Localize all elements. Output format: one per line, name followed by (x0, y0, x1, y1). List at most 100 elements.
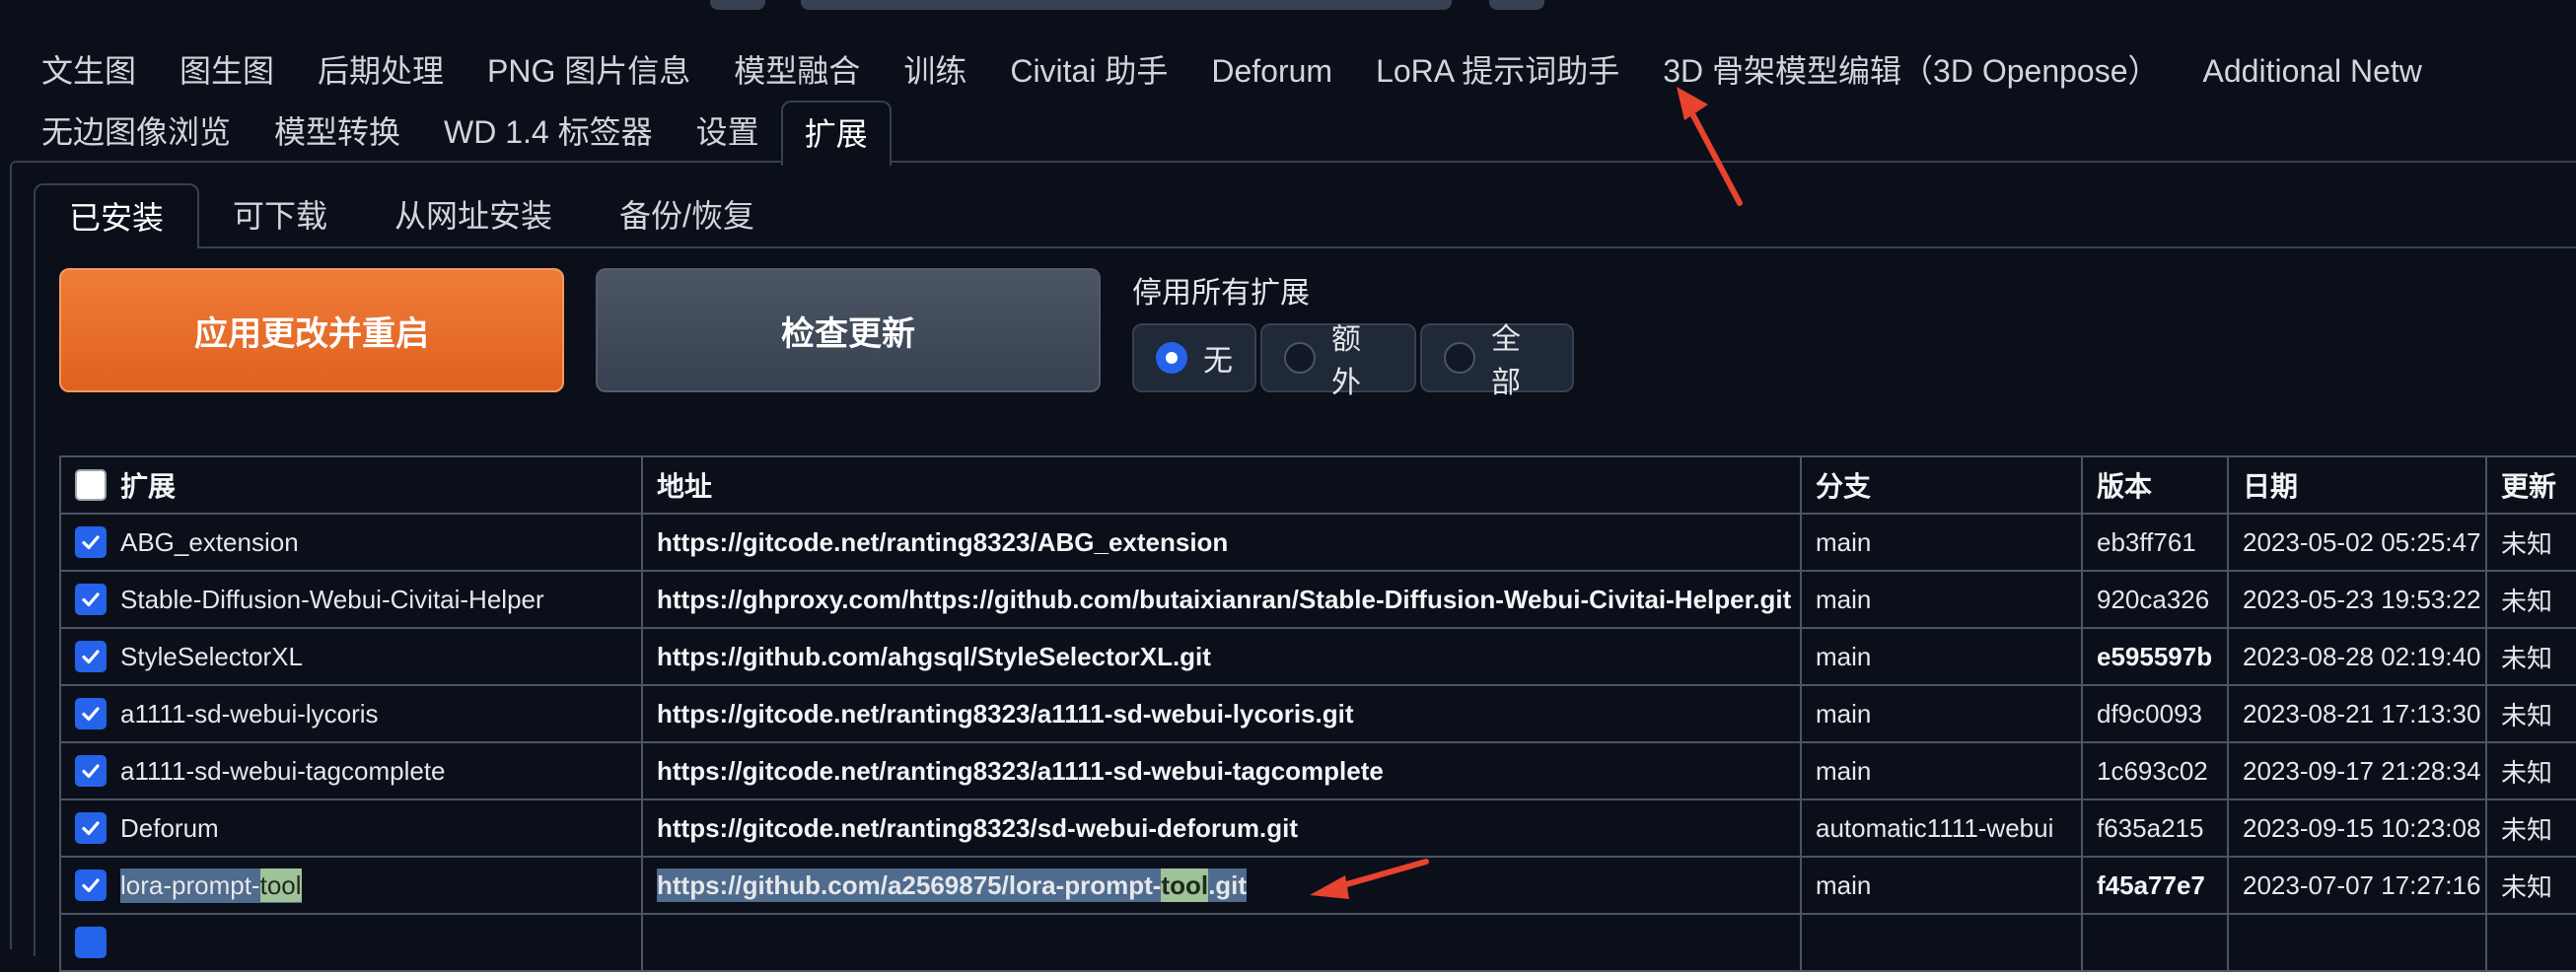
extension-name: a1111-sd-webui-lycoris (120, 698, 379, 729)
tab-png-info[interactable]: PNG 图片信息 (465, 39, 712, 103)
cell-update (2485, 913, 2576, 972)
tab-checkpoint-merger[interactable]: 模型融合 (712, 39, 882, 103)
cell-url[interactable]: https://gitcode.net/ranting8323/sd-webui… (641, 798, 1802, 858)
cell-date: 2023-08-21 17:13:30 (2227, 684, 2487, 743)
extension-url: https://ghproxy.com/https://github.com/b… (657, 584, 1792, 614)
cell-branch (1800, 913, 2083, 972)
cell-extension: ABG_extension (59, 513, 643, 572)
extension-url: https://gitcode.net/ranting8323/sd-webui… (657, 812, 1299, 843)
extension-url-selected: https://github.com/a2569875/lora-prompt-… (657, 868, 1248, 902)
top-dropdown-stub-1[interactable] (710, 0, 765, 10)
tab-deforum[interactable]: Deforum (1189, 39, 1354, 103)
cell-extension: Deforum (59, 798, 643, 858)
extension-enable-checkbox[interactable] (75, 869, 107, 901)
extension-name-highlight: tool (259, 868, 302, 902)
cell-branch: automatic1111-webui (1800, 798, 2083, 858)
checkmark-icon (82, 821, 100, 836)
cell-extension: lora-prompt-tool (59, 856, 643, 915)
checkmark-icon (82, 535, 100, 550)
tab-model-converter[interactable]: 模型转换 (252, 101, 422, 164)
column-header-date: 日期 (2227, 455, 2487, 515)
cell-version (2081, 913, 2229, 972)
cell-extension: a1111-sd-webui-tagcomplete (59, 741, 643, 800)
cell-date: 2023-08-28 02:19:40 (2227, 627, 2487, 686)
cell-version: e595597b (2081, 627, 2229, 686)
extension-url-highlight: tool (1161, 868, 1209, 902)
radio-option-extra[interactable]: 额外 (1260, 323, 1416, 399)
cell-url[interactable]: https://github.com/a2569875/lora-prompt-… (641, 856, 1802, 915)
cell-update: 未知 (2485, 741, 2576, 800)
radio-option-label: 全部 (1491, 323, 1521, 399)
cell-url[interactable]: https://ghproxy.com/https://github.com/b… (641, 570, 1802, 629)
extension-enable-checkbox[interactable] (75, 526, 107, 558)
cell-version: 1c693c02 (2081, 741, 2229, 800)
cell-url[interactable]: https://github.com/ahgsql/StyleSelectorX… (641, 627, 1802, 686)
select-all-checkbox[interactable] (75, 469, 107, 501)
cell-version: df9c0093 (2081, 684, 2229, 743)
cell-update: 未知 (2485, 684, 2576, 743)
checkmark-icon (82, 764, 100, 779)
tab-lora-prompt-helper[interactable]: LoRA 提示词助手 (1354, 39, 1641, 103)
extension-name: StyleSelectorXL (120, 641, 303, 671)
tab-installed[interactable]: 已安装 (34, 183, 200, 248)
extension-enable-checkbox[interactable] (75, 584, 107, 615)
cell-date: 2023-05-23 19:53:22 (2227, 570, 2487, 629)
cell-extension: StyleSelectorXL (59, 627, 643, 686)
table-row: Stable-Diffusion-Webui-Civitai-Helper htt… (59, 570, 2576, 629)
radio-option-none[interactable]: 无 (1132, 323, 1256, 392)
table-row-partial (59, 913, 2576, 972)
cell-date: 2023-09-17 21:28:34 (2227, 741, 2487, 800)
cell-url[interactable]: https://gitcode.net/ranting8323/a1111-sd… (641, 741, 1802, 800)
tab-settings[interactable]: 设置 (675, 101, 781, 164)
extension-url: https://gitcode.net/ranting8323/a1111-sd… (657, 755, 1384, 786)
tab-backup-restore[interactable]: 备份/恢复 (586, 183, 788, 248)
radio-unchecked-icon (1284, 342, 1316, 374)
tab-wd14-tagger[interactable]: WD 1.4 标签器 (422, 101, 675, 164)
tab-3d-openpose[interactable]: 3D 骨架模型编辑（3D Openpose） (1641, 39, 2181, 103)
tab-txt2img[interactable]: 文生图 (20, 39, 158, 103)
checkmark-icon (82, 650, 100, 664)
cell-version: f45a77e7 (2081, 856, 2229, 915)
radio-option-all[interactable]: 全部 (1420, 323, 1574, 399)
radio-checked-icon (1156, 342, 1187, 374)
extension-enable-checkbox[interactable] (75, 927, 107, 958)
cell-date (2227, 913, 2487, 972)
cell-update: 未知 (2485, 627, 2576, 686)
checkmark-icon (82, 878, 100, 893)
cell-url[interactable]: https://gitcode.net/ranting8323/a1111-sd… (641, 684, 1802, 743)
tab-install-from-url[interactable]: 从网址安装 (361, 183, 586, 248)
column-header-url: 地址 (641, 455, 1802, 515)
column-header-branch: 分支 (1800, 455, 2083, 515)
column-header-label: 扩展 (120, 471, 177, 502)
tab-img2img[interactable]: 图生图 (158, 39, 296, 103)
cell-update: 未知 (2485, 856, 2576, 915)
cell-extension: Stable-Diffusion-Webui-Civitai-Helper (59, 570, 643, 629)
extension-enable-checkbox[interactable] (75, 641, 107, 672)
checkmark-icon (82, 707, 100, 722)
extension-enable-checkbox[interactable] (75, 755, 107, 787)
tab-additional-networks[interactable]: Additional Netw (2182, 39, 2444, 103)
checkmark-icon (82, 592, 100, 607)
cell-branch: main (1800, 627, 2083, 686)
tab-extras[interactable]: 后期处理 (296, 39, 465, 103)
extension-name: Deforum (120, 812, 219, 843)
tab-civitai-helper[interactable]: Civitai 助手 (988, 39, 1189, 103)
cell-version: 920ca326 (2081, 570, 2229, 629)
tab-infinite-image-browsing[interactable]: 无边图像浏览 (20, 101, 252, 164)
extensions-sub-tab-bar: 已安装 可下载 从网址安装 备份/恢复 (34, 183, 788, 248)
cell-update: 未知 (2485, 570, 2576, 629)
cell-update: 未知 (2485, 798, 2576, 858)
cell-url[interactable]: https://gitcode.net/ranting8323/ABG_exte… (641, 513, 1802, 572)
table-row: Deforum https://gitcode.net/ranting8323/s… (59, 798, 2576, 858)
extension-name: ABG_extension (120, 526, 299, 557)
tab-extensions[interactable]: 扩展 (780, 101, 892, 166)
tab-train[interactable]: 训练 (882, 39, 988, 103)
top-dropdown-stub-2[interactable] (801, 0, 1452, 10)
cell-update: 未知 (2485, 513, 2576, 572)
top-dropdown-stub-3[interactable] (1489, 0, 1544, 10)
tab-available[interactable]: 可下载 (199, 183, 361, 248)
check-for-updates-button[interactable]: 检查更新 (596, 268, 1101, 392)
extension-enable-checkbox[interactable] (75, 812, 107, 844)
apply-and-restart-button[interactable]: 应用更改并重启 (59, 268, 564, 392)
extension-enable-checkbox[interactable] (75, 698, 107, 729)
